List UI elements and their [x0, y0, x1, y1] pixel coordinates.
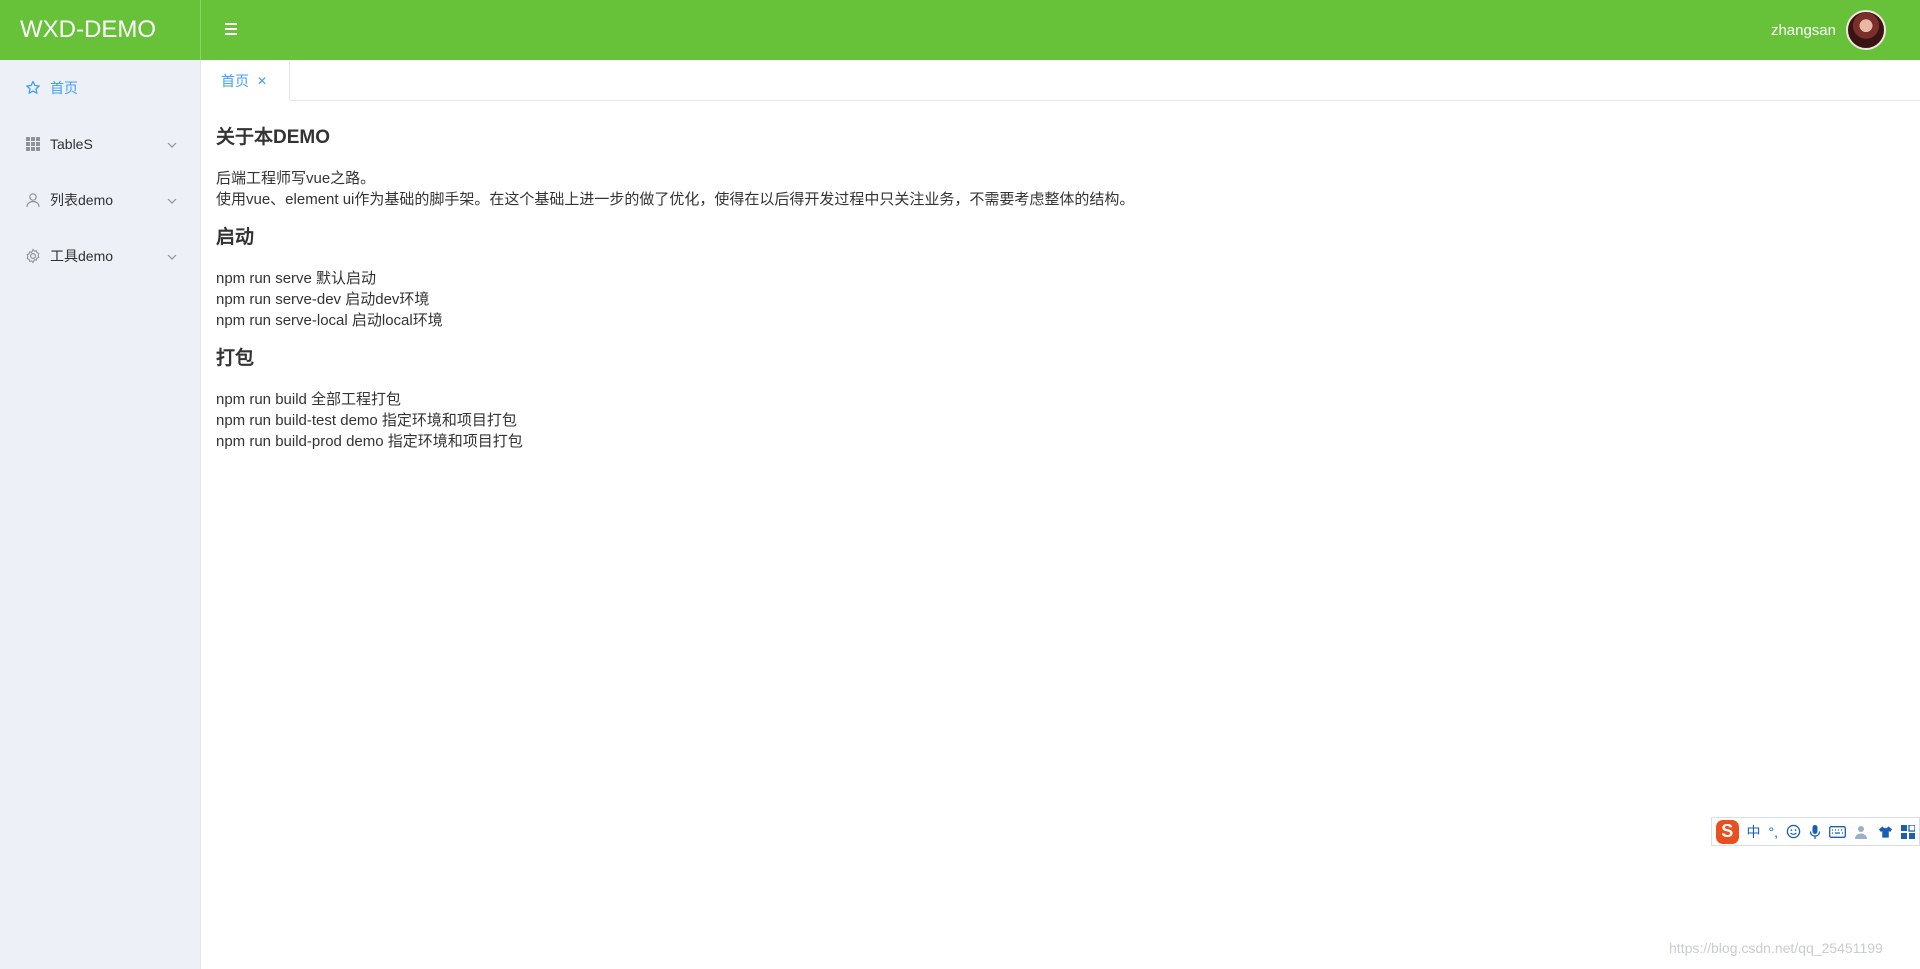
ime-toolbar[interactable]: S 中 °, — [1711, 817, 1920, 846]
user-menu[interactable]: zhangsan — [1771, 10, 1886, 50]
section-heading: 关于本DEMO — [216, 127, 331, 148]
sidebar-item-tables[interactable]: TableS — [0, 116, 200, 172]
chevron-down-icon — [166, 250, 178, 262]
close-icon[interactable]: ✕ — [257, 74, 267, 88]
text-line: npm run serve 默认启动 — [216, 270, 377, 287]
section-start: 启动 npm run serve 默认启动 npm run serve-dev … — [216, 226, 1896, 331]
section-build: 打包 npm run build 全部工程打包 npm run build-te… — [216, 347, 1896, 452]
sidebar-item-label: 首页 — [50, 80, 78, 96]
user-icon — [24, 191, 42, 209]
text-line: npm run serve-dev 启动dev环境 — [216, 291, 430, 308]
star-icon — [24, 79, 42, 97]
top-header: WXD-DEMO zhangsan — [0, 0, 1920, 60]
text-line: 后端工程师写vue之路。 — [216, 170, 376, 187]
grid-icon — [24, 135, 42, 153]
keyboard-icon[interactable] — [1829, 825, 1846, 838]
section-about: 关于本DEMO 后端工程师写vue之路。 使用vue、element ui作为基… — [216, 126, 1896, 210]
sidebar-item-list-demo[interactable]: 列表demo — [0, 172, 200, 228]
tab-label: 首页 — [221, 73, 249, 89]
sidebar-item-home[interactable]: 首页 — [0, 60, 200, 116]
microphone-icon[interactable] — [1809, 824, 1821, 840]
text-line: npm run build-test demo 指定环境和项目打包 — [216, 412, 517, 429]
text-line: 使用vue、element ui作为基础的脚手架。在这个基础上进一步的做了优化，… — [216, 191, 1135, 208]
text-line: npm run build-prod demo 指定环境和项目打包 — [216, 433, 523, 450]
app-logo[interactable]: WXD-DEMO — [0, 0, 201, 60]
hamburger-icon[interactable] — [225, 23, 241, 37]
tabs-bar: 首页 ✕ — [201, 60, 1920, 101]
avatar[interactable] — [1846, 10, 1886, 50]
user-settings-icon[interactable] — [1854, 824, 1870, 840]
section-heading: 打包 — [216, 348, 255, 369]
gear-icon — [24, 247, 42, 265]
watermark: https://blog.csdn.net/qq_25451199 — [1669, 940, 1883, 956]
sogou-logo-icon[interactable]: S — [1716, 819, 1739, 844]
sidebar-item-label: 列表demo — [50, 192, 114, 208]
ime-mode-toggle[interactable]: 中 — [1747, 822, 1761, 842]
sidebar-item-label: TableS — [50, 136, 93, 152]
section-heading: 启动 — [216, 227, 255, 248]
ime-punctuation-toggle[interactable]: °, — [1769, 824, 1779, 840]
skin-shirt-icon[interactable] — [1878, 825, 1893, 839]
emoji-icon[interactable] — [1786, 824, 1801, 839]
username[interactable]: zhangsan — [1771, 22, 1836, 39]
chevron-down-icon — [166, 194, 178, 206]
sidebar-item-tools-demo[interactable]: 工具demo — [0, 228, 200, 284]
toolbox-icon[interactable] — [1901, 824, 1915, 839]
sidebar-item-label: 工具demo — [50, 248, 114, 264]
main-content: 关于本DEMO 后端工程师写vue之路。 使用vue、element ui作为基… — [216, 126, 1896, 468]
text-line: npm run build 全部工程打包 — [216, 391, 402, 408]
chevron-down-icon — [166, 138, 178, 150]
tab-home[interactable]: 首页 ✕ — [201, 62, 290, 101]
sidebar: 首页 TableS 列表demo 工具demo — [0, 60, 201, 969]
text-line: npm run serve-local 启动local环境 — [216, 312, 443, 329]
